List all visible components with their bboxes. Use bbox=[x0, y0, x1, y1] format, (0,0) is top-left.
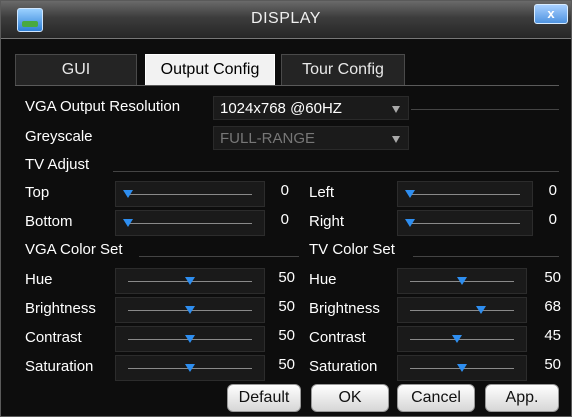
right-value: 0 bbox=[548, 211, 557, 228]
slider-thumb[interactable] bbox=[123, 190, 133, 198]
apply-button[interactable]: App. bbox=[485, 384, 559, 412]
slider-thumb[interactable] bbox=[185, 335, 195, 343]
tv-color-set-title: TV Color Set bbox=[309, 241, 395, 258]
tv-hue-value: 50 bbox=[544, 269, 561, 286]
greyscale-label: Greyscale bbox=[25, 128, 93, 145]
vga-color-set-title: VGA Color Set bbox=[25, 241, 123, 258]
title-bar: DISPLAY x bbox=[1, 1, 571, 39]
vga-brightness-label: Brightness bbox=[25, 300, 96, 317]
default-button[interactable]: Default bbox=[227, 384, 301, 412]
slider-thumb[interactable] bbox=[457, 277, 467, 285]
tv-contrast-label: Contrast bbox=[309, 329, 366, 346]
window-title: DISPLAY bbox=[251, 10, 321, 27]
slider-thumb[interactable] bbox=[185, 306, 195, 314]
divider bbox=[413, 256, 559, 257]
tv-saturation-slider[interactable] bbox=[397, 355, 527, 381]
resolution-select[interactable]: 1024x768 @60HZ bbox=[213, 96, 409, 120]
divider bbox=[113, 171, 559, 172]
vga-saturation-slider[interactable] bbox=[115, 355, 265, 381]
right-slider[interactable] bbox=[397, 210, 533, 236]
vga-hue-slider[interactable] bbox=[115, 268, 265, 294]
top-label: Top bbox=[25, 184, 50, 201]
tab-divider bbox=[15, 85, 559, 86]
slider-track bbox=[128, 223, 252, 224]
tab-output-config[interactable]: Output Config bbox=[145, 54, 275, 86]
greyscale-value: FULL-RANGE bbox=[220, 130, 316, 147]
tv-hue-label: Hue bbox=[309, 271, 337, 288]
vga-hue-value: 50 bbox=[278, 269, 295, 286]
chevron-down-icon bbox=[392, 106, 400, 113]
slider-thumb[interactable] bbox=[451, 335, 462, 343]
tv-brightness-slider[interactable] bbox=[397, 297, 527, 323]
vga-saturation-value: 50 bbox=[278, 356, 295, 373]
divider bbox=[139, 256, 299, 257]
greyscale-select[interactable]: FULL-RANGE bbox=[213, 126, 409, 150]
vga-contrast-label: Contrast bbox=[25, 329, 82, 346]
slider-track bbox=[410, 223, 520, 224]
vga-output-label: VGA Output Resolution bbox=[25, 98, 181, 115]
vga-brightness-slider[interactable] bbox=[115, 297, 265, 323]
top-slider[interactable] bbox=[115, 181, 265, 207]
slider-track bbox=[410, 310, 514, 311]
tv-contrast-slider[interactable] bbox=[397, 326, 527, 352]
close-button[interactable]: x bbox=[534, 4, 568, 24]
tv-brightness-label: Brightness bbox=[309, 300, 380, 317]
bottom-label: Bottom bbox=[25, 213, 73, 230]
tv-contrast-value: 45 bbox=[544, 327, 561, 344]
cancel-button[interactable]: Cancel bbox=[397, 384, 475, 412]
slider-thumb[interactable] bbox=[185, 364, 195, 372]
tv-brightness-value: 68 bbox=[544, 298, 561, 315]
right-label: Right bbox=[309, 213, 345, 230]
bottom-slider[interactable] bbox=[115, 210, 265, 236]
vga-brightness-value: 50 bbox=[278, 298, 295, 315]
slider-thumb[interactable] bbox=[475, 306, 486, 314]
vga-hue-label: Hue bbox=[25, 271, 53, 288]
tab-tour-config[interactable]: Tour Config bbox=[281, 54, 405, 86]
display-dialog: DISPLAY x GUI Output Config Tour Config … bbox=[0, 0, 572, 417]
slider-track bbox=[410, 194, 520, 195]
slider-thumb[interactable] bbox=[457, 364, 467, 372]
left-slider[interactable] bbox=[397, 181, 533, 207]
top-value: 0 bbox=[280, 182, 289, 199]
slider-track bbox=[410, 339, 514, 340]
vga-contrast-value: 50 bbox=[278, 327, 295, 344]
divider bbox=[411, 109, 559, 110]
left-label: Left bbox=[309, 184, 335, 201]
resolution-value: 1024x768 @60HZ bbox=[220, 100, 342, 117]
tv-saturation-label: Saturation bbox=[309, 358, 378, 375]
slider-thumb[interactable] bbox=[123, 219, 133, 227]
left-value: 0 bbox=[548, 182, 557, 199]
slider-thumb[interactable] bbox=[405, 219, 415, 227]
tab-bar: GUI Output Config Tour Config bbox=[15, 54, 559, 86]
ok-button[interactable]: OK bbox=[311, 384, 389, 412]
slider-thumb[interactable] bbox=[185, 277, 195, 285]
bottom-value: 0 bbox=[280, 211, 289, 228]
tv-adjust-title: TV Adjust bbox=[25, 156, 90, 173]
tab-gui[interactable]: GUI bbox=[15, 54, 137, 86]
vga-saturation-label: Saturation bbox=[25, 358, 94, 375]
slider-thumb[interactable] bbox=[405, 190, 415, 198]
chevron-down-icon bbox=[392, 136, 400, 143]
tv-hue-slider[interactable] bbox=[397, 268, 527, 294]
tv-saturation-value: 50 bbox=[544, 356, 561, 373]
slider-track bbox=[128, 194, 252, 195]
vga-contrast-slider[interactable] bbox=[115, 326, 265, 352]
